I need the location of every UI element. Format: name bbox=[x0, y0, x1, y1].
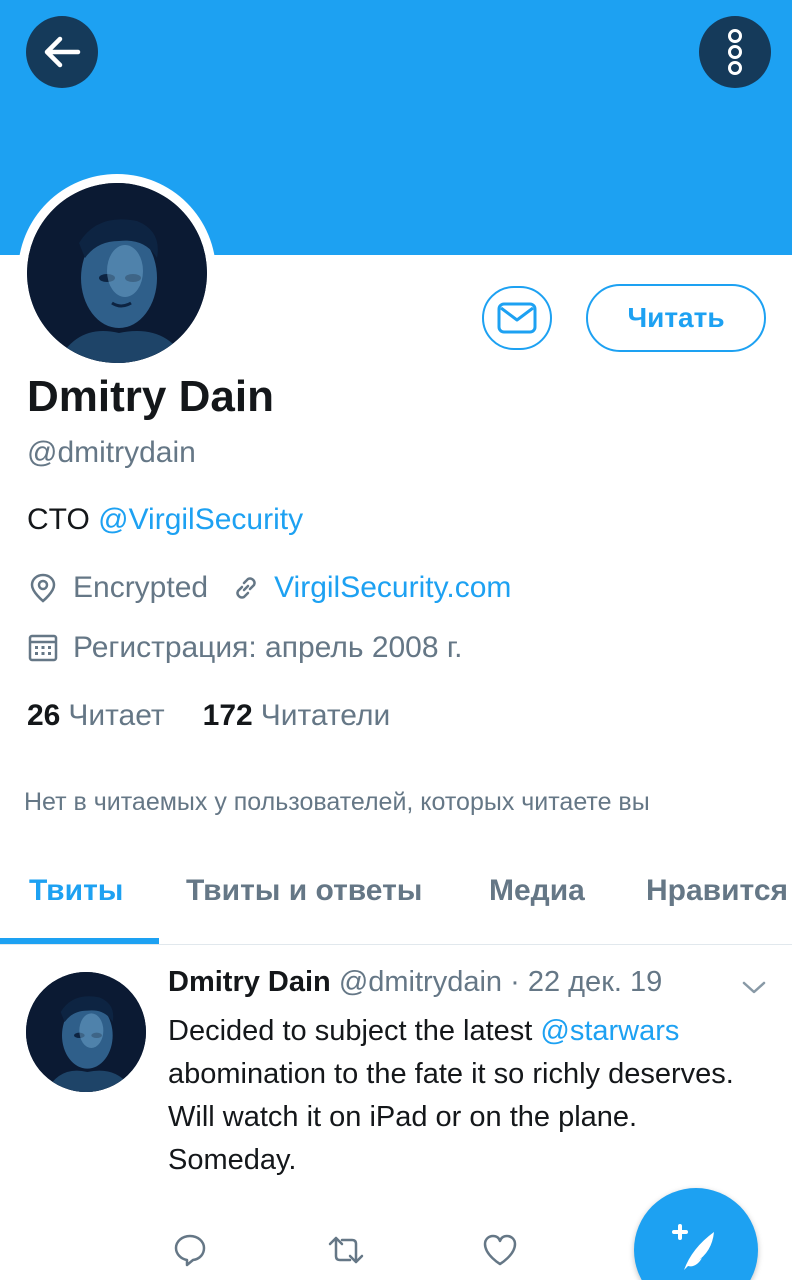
tab-likes[interactable]: Нравится bbox=[646, 874, 788, 908]
tab-tweets-and-replies[interactable]: Твиты и ответы bbox=[186, 874, 422, 908]
joined-text: Регистрация: апрель 2008 г. bbox=[73, 631, 463, 664]
tweet-author-handle: @dmitrydain bbox=[338, 966, 503, 998]
reply-button[interactable] bbox=[172, 1232, 208, 1273]
bio-text: CTO bbox=[27, 503, 99, 536]
profile-tabs: Твиты Твиты и ответы Медиа Нравится bbox=[0, 850, 792, 945]
heart-icon bbox=[483, 1234, 517, 1266]
compose-quill-icon bbox=[672, 1224, 714, 1270]
following-count: 26 bbox=[27, 699, 61, 732]
retweet-button[interactable] bbox=[326, 1232, 366, 1273]
avatar bbox=[27, 183, 207, 363]
profile-avatar-frame[interactable] bbox=[18, 174, 216, 372]
retweet-icon bbox=[328, 1236, 364, 1264]
tab-tweets[interactable]: Твиты bbox=[29, 874, 123, 908]
profile-bio: CTO @VirgilSecurity bbox=[27, 503, 303, 537]
back-button[interactable] bbox=[26, 16, 98, 88]
joined-row: Регистрация: апрель 2008 г. bbox=[27, 631, 463, 665]
tweet-author-avatar[interactable] bbox=[26, 972, 146, 1092]
location-text: Encrypted bbox=[73, 571, 209, 604]
follow-button[interactable]: Читать bbox=[586, 284, 766, 352]
message-button[interactable] bbox=[482, 286, 552, 350]
website-link[interactable]: VirgilSecurity.com bbox=[274, 571, 511, 605]
tweet-menu-button[interactable] bbox=[740, 978, 768, 1003]
arrow-left-icon bbox=[44, 36, 81, 68]
like-button[interactable] bbox=[481, 1232, 519, 1273]
profile-handle: @dmitrydain bbox=[27, 436, 196, 469]
location-pin-icon bbox=[27, 572, 59, 604]
chevron-down-icon bbox=[742, 981, 766, 994]
more-options-button[interactable] bbox=[699, 16, 771, 88]
tweet-text-after: abomination to the fate it so richly des… bbox=[168, 1058, 734, 1176]
more-vertical-icon bbox=[728, 29, 742, 75]
profile-name: Dmitry Dain bbox=[27, 372, 274, 421]
following-stat[interactable]: 26 Читает bbox=[27, 699, 165, 733]
location-website-row: Encrypted VirgilSecurity.com bbox=[27, 571, 511, 605]
envelope-icon bbox=[497, 302, 537, 334]
tweet-text: Decided to subject the latest @starwars … bbox=[168, 1010, 768, 1182]
followers-count: 172 bbox=[202, 699, 253, 732]
bio-mention-link[interactable]: @VirgilSecurity bbox=[98, 503, 303, 536]
link-icon bbox=[230, 572, 262, 604]
tab-media[interactable]: Медиа bbox=[489, 874, 585, 908]
tweet-author-name[interactable]: Dmitry Dain bbox=[168, 966, 331, 998]
followers-stat[interactable]: 172 Читатели bbox=[203, 699, 391, 733]
followers-label: Читатели bbox=[260, 699, 391, 732]
tweet-date: · 22 дек. 19 bbox=[510, 966, 663, 998]
active-tab-indicator bbox=[0, 938, 159, 944]
follow-stats: 26 Читает 172 Читатели bbox=[27, 699, 428, 733]
tweet-mention-link[interactable]: @starwars bbox=[540, 1015, 679, 1047]
reply-icon bbox=[174, 1234, 206, 1267]
tweet-header: Dmitry Dain @dmitrydain · 22 дек. 19 bbox=[168, 966, 662, 999]
following-label: Читает bbox=[68, 699, 165, 732]
calendar-icon bbox=[27, 632, 59, 664]
tweet-text-before: Decided to subject the latest bbox=[168, 1015, 541, 1047]
compose-tweet-button[interactable] bbox=[634, 1188, 758, 1280]
not-followed-notice: Нет в читаемых у пользователей, которых … bbox=[24, 788, 650, 816]
